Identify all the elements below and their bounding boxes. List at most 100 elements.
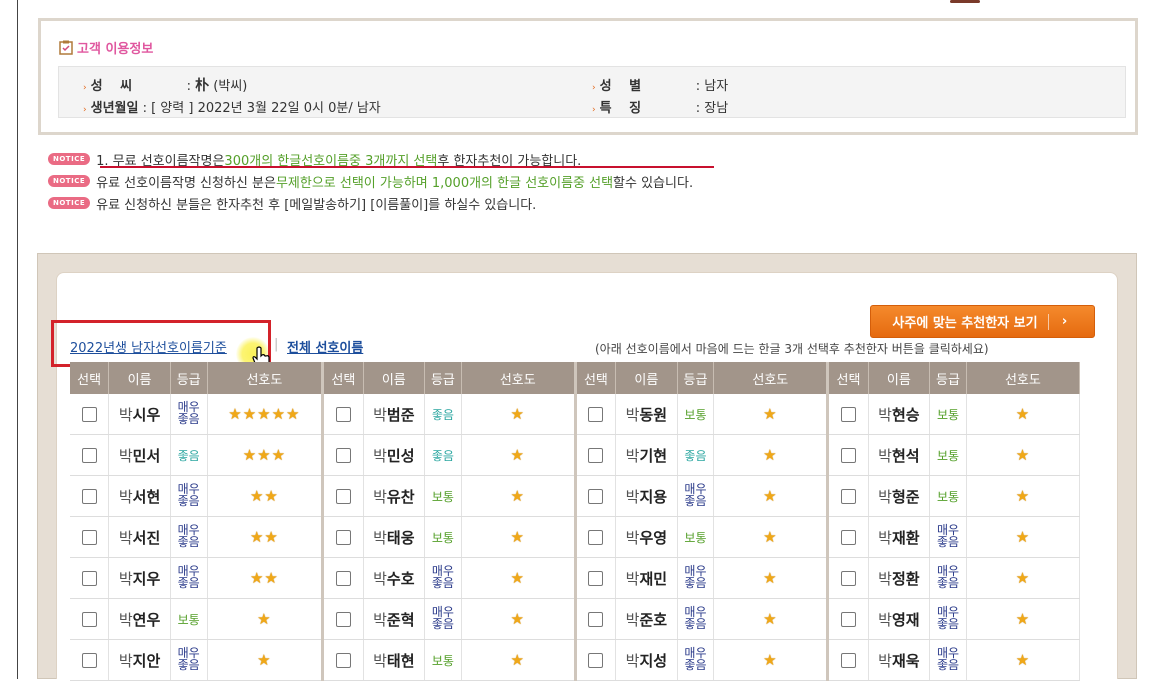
- column-header: 선택: [322, 362, 364, 394]
- name-cell: 박기현: [615, 434, 678, 476]
- name-checkbox[interactable]: [840, 406, 856, 422]
- given-name-text: 지용: [639, 487, 668, 506]
- surname-text: 박: [118, 651, 133, 670]
- given-name-text: 재욱: [891, 651, 920, 670]
- select-cell: [322, 475, 364, 517]
- name-checkbox[interactable]: [335, 406, 351, 422]
- name-checkbox[interactable]: [81, 652, 97, 668]
- notice-text: 할수 있습니다.: [613, 175, 694, 191]
- grade-cell: 보통: [929, 434, 967, 476]
- given-name-text: 형준: [891, 487, 920, 506]
- name-checkbox[interactable]: [840, 570, 856, 586]
- name-checkbox[interactable]: [588, 652, 604, 668]
- name-checkbox[interactable]: [840, 611, 856, 627]
- table-row: 박연우 보통 ★ 박준혁 매우좋음 ★ 박준호 매우좋음 ★ 박영재 매우좋음 ★: [70, 598, 1081, 640]
- preference-cell: ★★★★★: [207, 394, 325, 435]
- name-checkbox[interactable]: [81, 447, 97, 463]
- name-checkbox[interactable]: [335, 652, 351, 668]
- preference-cell: ★★: [207, 557, 325, 599]
- given-name-text: 지우: [132, 569, 161, 588]
- preference-cell: ★: [966, 639, 1081, 681]
- surname-text: 박: [373, 610, 387, 629]
- name-checkbox[interactable]: [81, 611, 97, 627]
- surname-text: 박: [118, 610, 133, 629]
- name-checkbox[interactable]: [81, 406, 97, 422]
- grade-cell: 보통: [170, 598, 208, 640]
- grade-label: 매우좋음: [177, 646, 200, 672]
- name-checkbox[interactable]: [335, 611, 351, 627]
- grade-cell: 보통: [677, 516, 715, 558]
- column-header: 선택: [70, 362, 110, 394]
- star-rating-icon: ★: [763, 405, 778, 423]
- name-checkbox[interactable]: [840, 652, 856, 668]
- grade-label: 매우좋음: [936, 646, 960, 672]
- name-checkbox[interactable]: [588, 406, 604, 422]
- name-checkbox[interactable]: [588, 529, 604, 545]
- grade-cell: 매우좋음: [677, 639, 715, 681]
- given-name-text: 서현: [132, 487, 161, 506]
- grade-cell: 매우좋음: [424, 557, 462, 599]
- grade-cell: 매우좋음: [170, 639, 208, 681]
- recommend-hanja-label: 사주에 맞는 추천한자 보기: [892, 316, 1038, 331]
- tab-all-names[interactable]: 전체 선호이름: [287, 337, 363, 356]
- name-cell: 박지우: [108, 557, 171, 599]
- given-name-text: 지성: [639, 651, 668, 670]
- star-rating-icon: ★: [1015, 569, 1031, 587]
- name-checkbox[interactable]: [588, 447, 604, 463]
- name-checkbox[interactable]: [588, 611, 604, 627]
- grade-cell: 보통: [677, 394, 715, 435]
- name-checkbox[interactable]: [335, 488, 351, 504]
- name-checkbox[interactable]: [335, 529, 351, 545]
- name-cell: 박시우: [108, 394, 171, 435]
- preference-cell: ★: [966, 394, 1081, 435]
- table-row: 박서진 매우좋음 ★★ 박태웅 보통 ★ 박우영 보통 ★ 박재환 매우좋음 ★: [70, 516, 1081, 558]
- surname-text: 박: [373, 405, 387, 424]
- given-name-text: 서진: [132, 528, 161, 547]
- column-header: 이름: [363, 362, 426, 394]
- grade-cell: 매우좋음: [170, 516, 208, 558]
- star-rating-icon: ★: [763, 610, 778, 628]
- name-checkbox[interactable]: [81, 570, 97, 586]
- star-rating-icon: ★: [510, 569, 525, 587]
- preference-cell: ★: [966, 557, 1081, 599]
- grade-cell: 매우좋음: [170, 557, 208, 599]
- star-rating-icon: ★: [1015, 405, 1031, 423]
- name-checkbox[interactable]: [588, 570, 604, 586]
- column-header: 등급: [424, 362, 462, 394]
- name-checkbox[interactable]: [588, 488, 604, 504]
- grade-cell: 보통: [929, 475, 967, 517]
- surname-label: 성 씨: [90, 79, 133, 94]
- name-checkbox[interactable]: [81, 488, 97, 504]
- surname-text: 박: [373, 651, 387, 670]
- grade-label: 보통: [431, 530, 454, 545]
- select-cell: [322, 598, 364, 640]
- notice-item: NOTICE 유료 선호이름작명 신청하신 분은 무제한으로 선택이 가능하며 1…: [48, 170, 693, 192]
- select-cell: [322, 639, 364, 681]
- name-checkbox[interactable]: [81, 529, 97, 545]
- name-cell: 박지안: [108, 639, 171, 681]
- name-checkbox[interactable]: [840, 447, 856, 463]
- name-checkbox[interactable]: [335, 570, 351, 586]
- column-header: 선호도: [966, 362, 1081, 394]
- table-row: 박서현 매우좋음 ★★ 박유찬 보통 ★ 박지용 매우좋음 ★ 박형준 보통 ★: [70, 475, 1081, 517]
- name-cell: 박재욱: [868, 639, 931, 681]
- star-rating-icon: ★: [763, 446, 778, 464]
- star-rating-icon: ★: [510, 487, 525, 505]
- notice-highlight: 무제한으로 선택이 가능하며 1,000개의 한글 선호이름중 선택: [275, 175, 614, 191]
- star-rating-icon: ★: [763, 569, 778, 587]
- given-name-text: 태현: [386, 651, 415, 670]
- table-row: 박시우 매우좋음 ★★★★★ 박범준 좋음 ★ 박동원 보통 ★ 박현승 보통 ★: [70, 394, 1081, 435]
- star-rating-icon: ★: [763, 487, 778, 505]
- name-checkbox[interactable]: [840, 529, 856, 545]
- name-cell: 박우영: [615, 516, 678, 558]
- given-name-text: 재민: [639, 569, 668, 588]
- column-header: 이름: [868, 362, 931, 394]
- given-name-text: 우영: [639, 528, 668, 547]
- recommend-hanja-button[interactable]: 사주에 맞는 추천한자 보기 ›: [870, 305, 1095, 338]
- name-checkbox[interactable]: [840, 488, 856, 504]
- select-cell: [70, 598, 110, 640]
- grade-cell: 매우좋음: [929, 598, 967, 640]
- name-checkbox[interactable]: [335, 447, 351, 463]
- column-header: 선호도: [461, 362, 577, 394]
- star-rating-icon: ★: [1015, 610, 1031, 628]
